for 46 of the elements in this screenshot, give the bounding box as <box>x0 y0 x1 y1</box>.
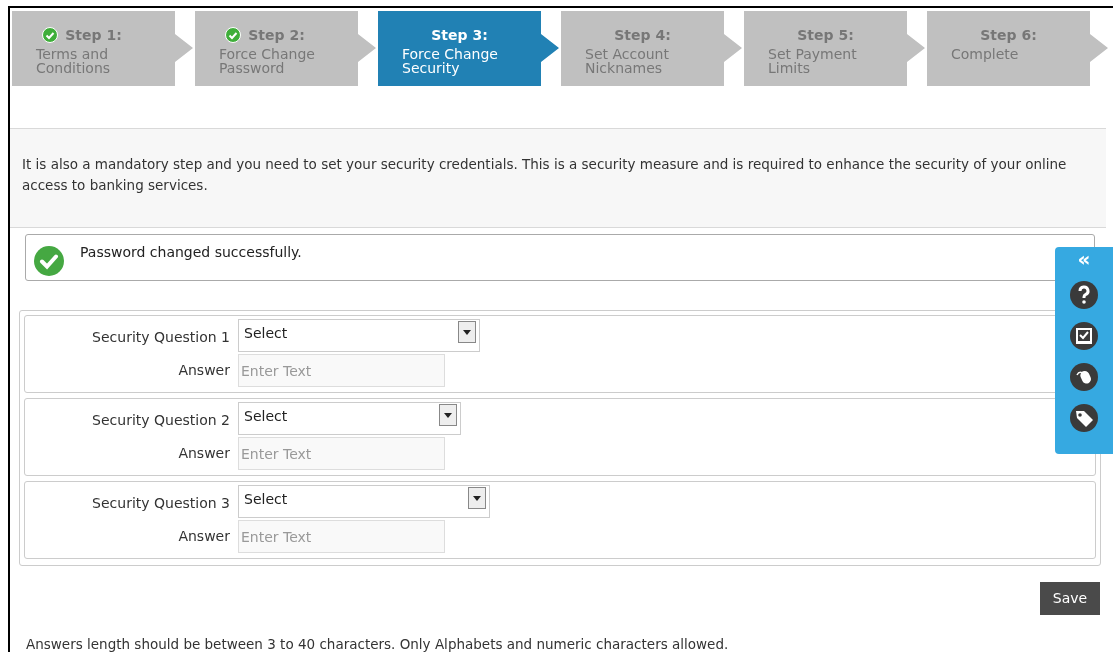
step-label: Terms and Conditions <box>36 47 112 75</box>
mouse-icon[interactable] <box>1069 362 1099 392</box>
tag-icon[interactable] <box>1069 403 1099 433</box>
step-label: Complete <box>951 47 1020 61</box>
success-message: Password changed successfully. <box>80 243 302 262</box>
question-select[interactable]: Select <box>238 402 461 435</box>
select-value: Select <box>244 407 288 426</box>
step-tab[interactable]: Step 6: Complete <box>927 11 1108 86</box>
question-label: Security Question 1 <box>91 328 231 347</box>
step-label: Force Change Security <box>402 47 499 75</box>
answer-field[interactable]: Enter Text <box>238 520 445 553</box>
description-text: It is also a mandatory step and you need to set your security credentials. This is a security measure and is required to enhance the security of your online access to banking services. <box>22 155 1068 195</box>
step-title: Step 5: <box>796 27 855 43</box>
collapse-button[interactable]: « <box>1077 249 1091 269</box>
checklist-icon[interactable] <box>1069 321 1099 351</box>
answer-label: Answer <box>177 527 231 546</box>
footer-note: Answers length should be between 3 to 40 characters. Only Alphabets and numeric characters allowed. <box>25 635 730 652</box>
step-title: Step 6: <box>979 27 1038 43</box>
step-title: Step 4: <box>613 27 672 43</box>
step-title: Step 3: <box>430 27 489 43</box>
step-tab[interactable]: Step 5: Set Payment Limits <box>744 11 925 86</box>
step-tab[interactable]: Step 1: Terms and Conditions <box>12 11 193 86</box>
question-select[interactable]: Select <box>238 485 490 518</box>
select-value: Select <box>244 324 288 343</box>
select-value: Select <box>244 490 288 509</box>
question-label: Security Question 3 <box>91 494 231 513</box>
save-button[interactable]: Save <box>1040 582 1100 615</box>
check-icon <box>33 245 65 277</box>
step-title: Step 1: <box>64 27 123 43</box>
step-title: Step 2: <box>247 27 306 43</box>
question-label: Security Question 2 <box>91 411 231 430</box>
help-icon[interactable] <box>1069 280 1099 310</box>
step-tab[interactable]: Step 3: Force Change Security <box>378 11 559 86</box>
answer-field[interactable]: Enter Text <box>238 437 445 470</box>
caret-icon <box>444 412 452 418</box>
question-select[interactable]: Select <box>238 319 480 352</box>
step-label: Set Account Nicknames <box>585 47 670 75</box>
step-label: Set Payment Limits <box>768 47 858 75</box>
answer-label: Answer <box>177 444 231 463</box>
step-label: Force Change Password <box>219 47 316 75</box>
caret-icon <box>473 495 481 501</box>
answer-label: Answer <box>177 361 231 380</box>
answer-field[interactable]: Enter Text <box>238 354 445 387</box>
caret-icon <box>463 329 471 335</box>
step-tab[interactable]: Step 2: Force Change Password <box>195 11 376 86</box>
step-tab[interactable]: Step 4: Set Account Nicknames <box>561 11 742 86</box>
